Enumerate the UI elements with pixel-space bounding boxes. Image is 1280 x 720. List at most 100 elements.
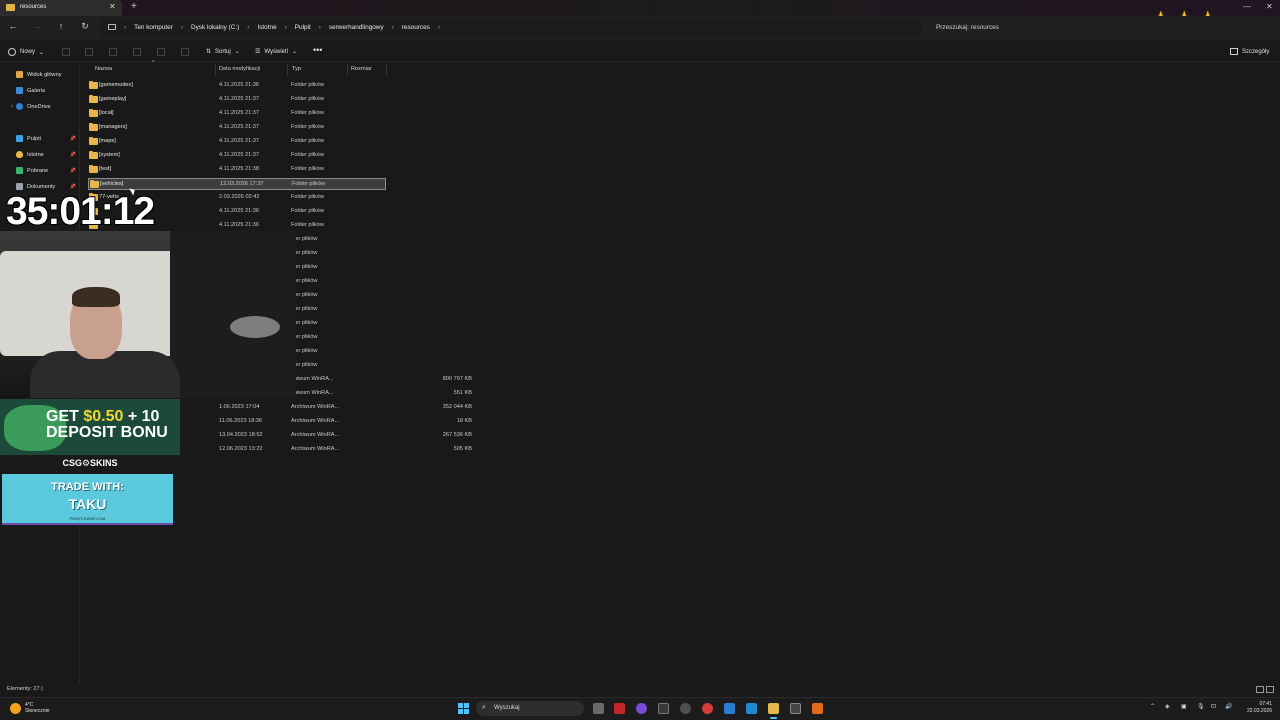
rename-icon[interactable] xyxy=(133,48,141,56)
file-name: [vehicles] xyxy=(100,181,124,187)
tray-app-icon[interactable]: ◈ xyxy=(1165,703,1170,710)
column-header-date[interactable]: Data modyfikacji xyxy=(219,66,260,72)
sidebar-item-documents[interactable]: Dokumenty 📌 xyxy=(16,183,78,190)
chrome-icon[interactable] xyxy=(702,703,713,714)
details-button[interactable]: Szczegóły xyxy=(1230,48,1269,55)
plus-icon xyxy=(8,48,16,56)
breadcrumb-item[interactable]: serwerhandlingowy xyxy=(329,24,384,31)
brave-browser-icon[interactable] xyxy=(614,703,625,714)
column-header-name[interactable]: Nazwa xyxy=(95,66,112,72)
sort-button[interactable]: ⇅ Sortuj ⌄ xyxy=(206,48,240,56)
back-arrow-icon[interactable]: ← xyxy=(6,21,20,31)
ad-headline: GET $0.50 + 10 xyxy=(46,409,159,425)
breadcrumb-item[interactable]: Pulpit xyxy=(295,24,311,31)
file-name: [managers] xyxy=(99,124,127,130)
file-row[interactable]: [test] 4.11.2025 21:38 Folder plików xyxy=(88,164,386,176)
copy-icon[interactable] xyxy=(85,48,93,56)
windows-start-icon[interactable] xyxy=(458,703,469,714)
breadcrumb-item[interactable]: resources xyxy=(402,24,430,31)
vscode-icon[interactable] xyxy=(746,703,757,714)
file-type: Folder plików xyxy=(291,124,324,130)
file-row[interactable]: [local] 4.11.2025 21:37 Folder plików xyxy=(88,108,386,120)
pirateswap-ad-banner[interactable]: TRADE WITH: TAKU PIRATESWAP.COM xyxy=(2,474,173,525)
folder-icon xyxy=(89,95,98,103)
minimize-icon[interactable]: — xyxy=(1243,2,1251,11)
volume-icon[interactable]: 🔊 xyxy=(1225,703,1232,710)
file-row[interactable]: [gameplay] 4.11.2025 21:37 Folder plików xyxy=(88,94,386,106)
sidebar-item-desktop[interactable]: Pulpit 📌 xyxy=(16,135,78,142)
task-view-icon[interactable] xyxy=(593,703,604,714)
column-divider[interactable] xyxy=(215,64,216,76)
file-name: [system] xyxy=(99,152,120,158)
new-tab-button[interactable]: + xyxy=(131,1,137,12)
ad-highlight-text: $0.50 xyxy=(83,408,124,425)
breadcrumb-item[interactable]: Ten komputer xyxy=(134,24,173,31)
sidebar-item-home[interactable]: Widok główny xyxy=(16,71,78,78)
view-button[interactable]: ☰ Wyświetl ⌄ xyxy=(255,48,297,56)
weather-widget[interactable]: 4°C Słonecznie xyxy=(10,702,49,714)
terminal-icon[interactable] xyxy=(790,703,801,714)
system-clock[interactable]: 07:41 22.03.2026 xyxy=(1240,701,1272,715)
breadcrumb-item[interactable]: Dysk lokalny (C:) xyxy=(191,24,239,31)
chevron-up-icon[interactable]: ⌃ xyxy=(1150,703,1155,710)
csgskins-ad-banner[interactable]: GET $0.50 + 10 DEPOSIT BONU CSG⚙SKINS xyxy=(0,399,180,471)
sidebar-item-gallery[interactable]: Galeria xyxy=(16,87,78,94)
sidebar-item-istotne[interactable]: Istotne 📌 xyxy=(16,151,78,158)
breadcrumb-item[interactable]: Istotne xyxy=(257,24,276,31)
pin-icon: 📌 xyxy=(69,167,76,174)
taskbar: 4°C Słonecznie ⌕ Wyszukaj ⌃ ◈ ▣ 🎙 ⊡ 🔊 07… xyxy=(0,697,1280,720)
file-type: Archiwum WinRA... xyxy=(291,446,340,452)
bowl-shape xyxy=(230,316,280,338)
clock-time: 07:41 xyxy=(1259,701,1272,707)
column-header-type[interactable]: Typ xyxy=(292,66,301,72)
column-divider[interactable] xyxy=(287,64,288,76)
file-date: 4.11.2025 21:37 xyxy=(219,124,260,130)
cut-icon[interactable] xyxy=(62,48,70,56)
computer-icon xyxy=(108,24,116,30)
tray-app-icon[interactable]: ▣ xyxy=(1181,703,1187,710)
network-icon[interactable]: ⊡ xyxy=(1211,703,1216,710)
more-options-button[interactable]: ••• xyxy=(313,45,322,55)
navigation-bar: ← → ↑ ↻ › Ten komputer › Dysk lokalny (C… xyxy=(0,16,1280,40)
forward-arrow-icon[interactable]: → xyxy=(30,21,44,31)
file-size: 352 044 KB xyxy=(442,404,472,410)
search-input[interactable]: Przeszukaj: resources xyxy=(928,19,1272,37)
file-type: Folder plików xyxy=(291,110,324,116)
file-row[interactable]: [gamemodes] 4.11.2025 21:36 Folder plików xyxy=(88,80,386,92)
sidebar-item-onedrive[interactable]: › OneDrive xyxy=(11,103,78,110)
file-type: Folder plików xyxy=(291,222,324,228)
up-arrow-icon[interactable]: ↑ xyxy=(54,21,68,31)
delete-icon[interactable] xyxy=(181,48,189,56)
app-icon[interactable] xyxy=(680,703,691,714)
tiles-view-icon[interactable] xyxy=(1266,686,1274,693)
column-divider[interactable] xyxy=(347,64,348,76)
file-row[interactable]: [managers] 4.11.2025 21:37 Folder plików xyxy=(88,122,386,134)
address-bar[interactable]: › Ten komputer › Dysk lokalny (C:) › Ist… xyxy=(100,19,922,37)
messenger-icon[interactable] xyxy=(636,703,647,714)
column-divider[interactable] xyxy=(386,64,387,76)
paste-icon[interactable] xyxy=(109,48,117,56)
chevron-right-icon[interactable]: › xyxy=(11,104,13,110)
sidebar-item-downloads[interactable]: Pobrane 📌 xyxy=(16,167,78,174)
notepad-icon[interactable] xyxy=(724,703,735,714)
share-icon[interactable] xyxy=(157,48,165,56)
new-button[interactable]: Nowy ⌄ xyxy=(8,48,44,56)
close-window-icon[interactable]: ✕ xyxy=(1266,2,1273,11)
details-view-icon[interactable] xyxy=(1256,686,1264,693)
file-date: 2.03.2026 02:42 xyxy=(219,194,260,200)
tab-resources[interactable]: resources ✕ xyxy=(0,0,122,16)
app-icon[interactable] xyxy=(812,703,823,714)
file-type: Archiwum WinRA... xyxy=(291,404,340,410)
column-header-size[interactable]: Rozmiar xyxy=(351,66,372,72)
file-row[interactable]: [system] 4.11.2025 21:37 Folder plików xyxy=(88,150,386,162)
refresh-icon[interactable]: ↻ xyxy=(78,21,92,32)
taskbar-search[interactable]: ⌕ Wyszukaj xyxy=(476,701,584,716)
file-explorer-icon[interactable] xyxy=(768,703,779,719)
file-date: 4.11.2025 21:36 xyxy=(219,222,260,228)
details-label: Szczegóły xyxy=(1242,48,1270,55)
file-row[interactable]: [maps] 4.11.2025 21:37 Folder plików xyxy=(88,136,386,148)
sidebar-item-label: Galeria xyxy=(27,87,46,94)
close-tab-icon[interactable]: ✕ xyxy=(109,2,116,11)
microphone-icon[interactable]: 🎙 xyxy=(1197,703,1205,710)
close-app-icon[interactable] xyxy=(658,703,669,714)
